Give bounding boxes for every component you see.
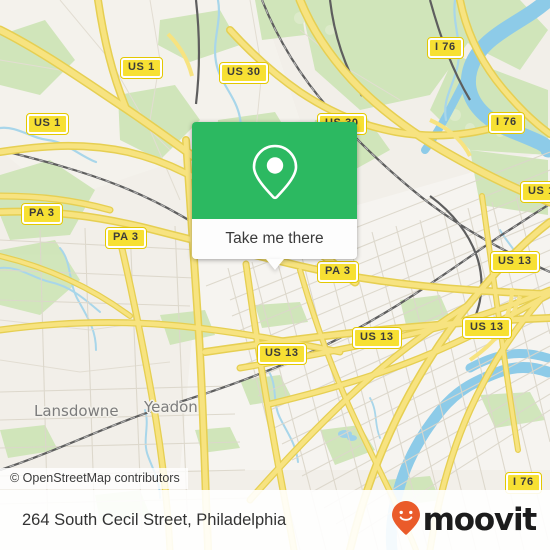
moovit-wordmark: moovit [422,501,538,538]
road-shield-pa-3-mid[interactable]: PA 3 [105,227,147,249]
place-label-lansdowne: Lansdowne [34,402,119,420]
moovit-pin-icon [391,500,421,541]
road-shield-us-13-ne[interactable]: US 13 [490,251,540,273]
map-attribution[interactable]: © OpenStreetMap contributors [0,468,188,489]
road-shield-us-13-e[interactable]: US 13 [462,317,512,339]
take-me-there-button[interactable]: Take me there [192,219,357,270]
popup-icon-panel [192,122,357,219]
road-shield-us-13-c[interactable]: US 13 [352,327,402,349]
road-shield-us-13-edge-n[interactable]: US 13 [520,181,550,203]
road-shield-i-76-mid[interactable]: I 76 [488,112,525,134]
road-shield-i-76-top[interactable]: I 76 [427,37,464,59]
road-shield-us-13-w[interactable]: US 13 [257,343,307,365]
address-label: 264 South Cecil Street, Philadelphia [22,510,287,529]
place-label-yeadon: Yeadon [144,398,198,416]
road-shield-pa-3-east[interactable]: PA 3 [317,261,359,283]
popup-pointer-tail [265,259,284,270]
road-shield-us-30-top[interactable]: US 30 [219,62,269,84]
bottom-info-bar: 264 South Cecil Street, Philadelphia moo… [0,490,550,550]
map-screen: Lansdowne Yeadon US 1 US 30 I 76 US 1 US… [0,0,550,550]
take-me-there-label: Take me there [225,230,324,247]
road-shield-us-1-north[interactable]: US 1 [120,57,163,79]
destination-popup[interactable]: Take me there [192,122,357,270]
map-pin-icon [249,141,301,201]
road-shield-pa-3-west[interactable]: PA 3 [21,203,63,225]
road-shield-us-1-west[interactable]: US 1 [26,113,69,135]
moovit-logo[interactable]: moovit [391,500,538,541]
